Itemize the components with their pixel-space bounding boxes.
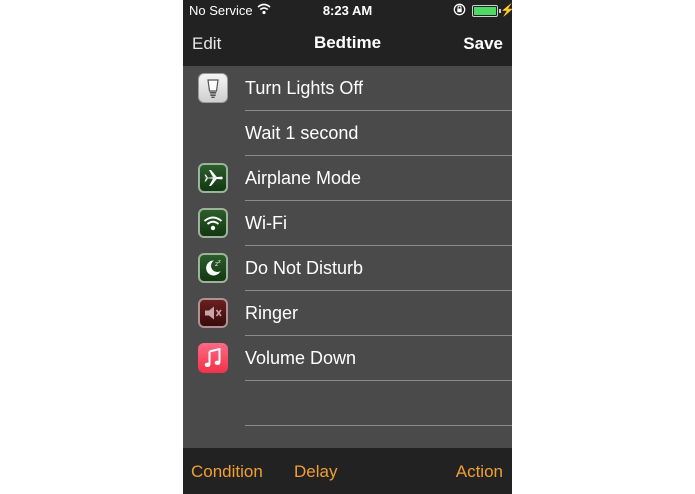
list-item-label: Do Not Disturb	[245, 258, 364, 278]
status-bar: No Service 8:23 AM ⚡	[183, 0, 512, 22]
battery-fill	[474, 7, 496, 15]
condition-button[interactable]: Condition	[191, 462, 263, 482]
charging-bolt-icon: ⚡	[500, 3, 512, 17]
rotation-lock-icon	[453, 3, 466, 16]
list-item-label: Airplane Mode	[245, 168, 362, 188]
airplane-icon	[198, 163, 228, 193]
battery-icon	[472, 5, 501, 17]
list-item-airplane-mode[interactable]: Airplane Mode	[183, 156, 512, 201]
action-list: Turn Lights Off Wait 1 second Airplane M…	[183, 66, 512, 448]
wifi-icon	[198, 208, 228, 238]
list-item-label: Volume Down	[245, 348, 357, 368]
list-item-wifi[interactable]: Wi-Fi	[183, 201, 512, 246]
row-divider	[245, 425, 512, 426]
svg-text:z: z	[218, 259, 221, 265]
delay-button[interactable]: Delay	[294, 462, 337, 482]
list-item-label: Wait 1 second	[245, 123, 359, 143]
list-item-wait[interactable]: Wait 1 second	[183, 111, 512, 156]
bottom-toolbar: Condition Delay Action	[183, 448, 512, 494]
save-button[interactable]: Save	[463, 34, 503, 54]
phone-screen: No Service 8:23 AM ⚡ Edit Bedtime Save T…	[183, 0, 512, 494]
list-item-volume-down[interactable]: Volume Down	[183, 336, 512, 381]
list-item-turn-lights-off[interactable]: Turn Lights Off	[183, 66, 512, 111]
moon-icon: z z	[198, 253, 228, 283]
lightbulb-icon	[198, 73, 228, 103]
list-item-ringer[interactable]: Ringer	[183, 291, 512, 336]
action-button[interactable]: Action	[456, 462, 503, 482]
list-item-do-not-disturb[interactable]: z z Do Not Disturb	[183, 246, 512, 291]
list-item-label: Ringer	[245, 303, 299, 323]
list-item-empty	[183, 381, 512, 426]
speaker-muted-icon	[198, 298, 228, 328]
list-item-label: Wi-Fi	[245, 213, 287, 233]
music-note-icon	[198, 343, 228, 373]
list-item-label: Turn Lights Off	[245, 78, 364, 98]
navigation-bar: Edit Bedtime Save	[183, 22, 512, 66]
